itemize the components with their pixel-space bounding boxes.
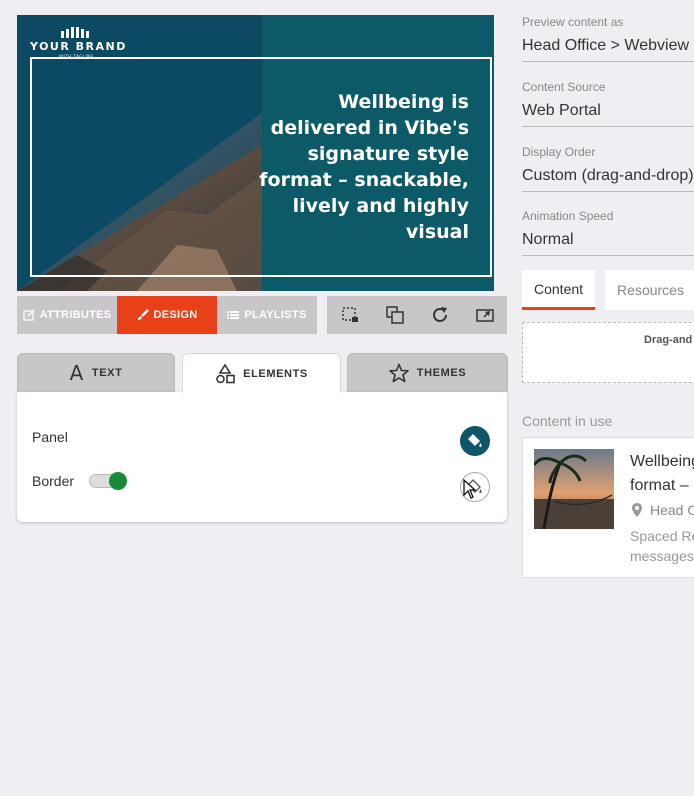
preview-headline: Wellbeing is delivered in Vibe's signatu… — [259, 91, 469, 243]
content-card-title-line2: format – — [630, 477, 689, 494]
resize-icon[interactable] — [474, 304, 496, 326]
brand-tagline: WITH TAGLINE — [59, 54, 94, 59]
panel-label: Panel — [32, 429, 68, 445]
tab-playlists-label: PLAYLISTS — [244, 309, 307, 321]
tab-resources[interactable]: Resources — [605, 270, 694, 310]
border-toggle[interactable] — [89, 472, 127, 490]
shapes-icon — [216, 363, 235, 383]
location-pin-icon — [632, 503, 642, 517]
tab-text[interactable]: A TEXT — [17, 353, 175, 392]
content-preview[interactable]: YOUR BRAND WITH TAGLINE Wellbeing is del… — [17, 15, 494, 291]
star-icon — [388, 363, 409, 383]
content-card-desc-line2: messages — [630, 548, 694, 564]
tab-themes[interactable]: THEMES — [347, 353, 508, 392]
layers-icon[interactable] — [384, 304, 406, 326]
dropzone-text: Drag-and — [644, 334, 693, 346]
drag-and-drop-zone[interactable]: Drag-and — [522, 322, 694, 383]
content-card-title: Wellbeing format – — [630, 450, 694, 498]
tab-design-label: DESIGN — [153, 309, 198, 321]
tab-elements[interactable]: ELEMENTS — [182, 353, 341, 393]
content-thumbnail — [534, 449, 614, 529]
text-icon: A — [69, 361, 84, 385]
content-source-value: Web Portal — [522, 102, 601, 119]
tab-themes-label: THEMES — [416, 367, 467, 379]
tab-attributes[interactable]: ATTRIBUTES — [17, 296, 117, 334]
content-card-location: Head O — [632, 502, 694, 518]
content-tabs: Content Resources — [522, 270, 694, 310]
panel-color-button[interactable] — [460, 426, 490, 456]
display-order-value: Custom (drag-and-drop) — [522, 167, 694, 184]
content-source-label: Content Source — [522, 80, 606, 94]
content-card-desc-line1: Spaced Re — [630, 528, 694, 544]
tab-attributes-label: ATTRIBUTES — [39, 309, 112, 321]
content-card-title-line1: Wellbeing — [630, 453, 694, 470]
animation-speed-field[interactable]: Animation Speed Normal — [522, 209, 694, 256]
display-order-label: Display Order — [522, 145, 596, 159]
building-logo-icon — [61, 27, 89, 38]
display-order-field[interactable]: Display Order Custom (drag-and-drop) — [522, 145, 694, 192]
edit-icon — [22, 309, 35, 321]
preview-as-field[interactable]: Preview content as Head Office > Webview — [522, 15, 694, 62]
tab-text-label: TEXT — [91, 367, 123, 379]
border-label: Border — [32, 473, 75, 489]
content-in-use-label: Content in use — [522, 413, 613, 429]
content-card-description: Spaced Re messages — [630, 526, 694, 566]
tab-elements-label: ELEMENTS — [243, 367, 308, 380]
toggle-knob — [109, 472, 127, 490]
editor-mode-tabs: ATTRIBUTES DESIGN PLAYLISTS — [17, 296, 317, 334]
tab-content[interactable]: Content — [522, 270, 596, 310]
preview-as-label: Preview content as — [522, 15, 624, 29]
mouse-cursor-icon — [463, 479, 477, 499]
animation-speed-value: Normal — [522, 231, 574, 248]
refresh-icon[interactable] — [429, 304, 451, 326]
list-icon — [227, 311, 240, 319]
crop-icon[interactable] — [339, 304, 361, 326]
content-card[interactable]: Wellbeing format – Head O Spaced Re mess… — [522, 437, 694, 578]
content-card-location-text: Head O — [650, 502, 694, 518]
preview-as-value: Head Office > Webview — [522, 37, 690, 54]
tab-playlists[interactable]: PLAYLISTS — [217, 296, 317, 334]
brush-icon — [137, 309, 149, 320]
paint-bucket-icon — [468, 434, 482, 447]
animation-speed-label: Animation Speed — [522, 209, 614, 223]
preview-tools — [327, 296, 507, 334]
elements-panel: Panel Border — [17, 392, 507, 522]
tab-design[interactable]: DESIGN — [117, 296, 217, 334]
content-source-field[interactable]: Content Source Web Portal — [522, 80, 694, 127]
brand-name: YOUR BRAND — [30, 40, 127, 53]
